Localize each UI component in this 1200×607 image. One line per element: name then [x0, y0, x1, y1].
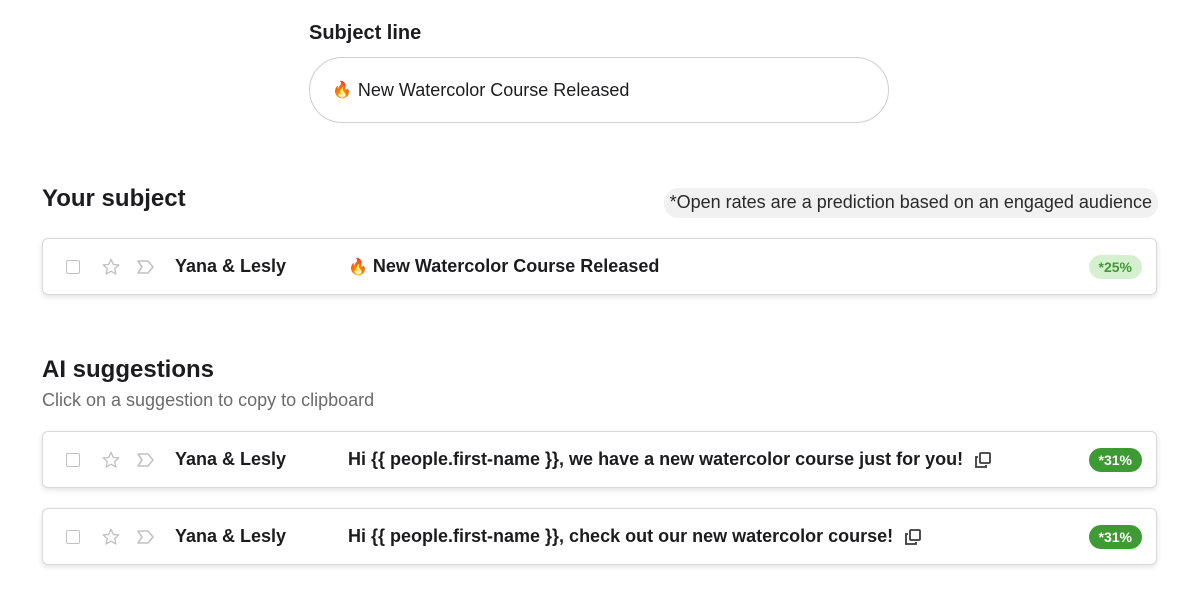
sender-name: Yana & Lesly [175, 526, 287, 546]
open-rate-prediction-note: *Open rates are a prediction based on an… [663, 188, 1158, 218]
fire-emoji: 🔥 [348, 258, 368, 276]
star-icon [100, 526, 122, 548]
open-rate-badge: *31% [1088, 524, 1142, 549]
subject-line-tester: Subject line 🔥 New Watercolor Course Rel… [0, 0, 1200, 607]
copy-icon[interactable] [973, 450, 993, 470]
your-subject-preview-row: Yana & Lesly 🔥 New Watercolor Course Rel… [42, 238, 1157, 295]
email-subject-text: Hi {{ people.first-name }}, check out ou… [348, 526, 894, 546]
email-subject: Hi {{ people.first-name }}, check out ou… [348, 526, 923, 547]
open-rate-badge: *31% [1088, 447, 1142, 472]
sender-name: Yana & Lesly [175, 449, 287, 469]
label-tag-icon [136, 451, 156, 469]
fire-emoji: 🔥 [332, 82, 352, 99]
sender-name: Yana & Lesly [175, 256, 287, 276]
checkbox-icon [66, 259, 80, 274]
checkbox-icon [66, 529, 80, 544]
email-subject: Hi {{ people.first-name }}, we have a ne… [348, 449, 993, 470]
star-icon [100, 449, 122, 471]
subject-line-value: New Watercolor Course Released [357, 79, 630, 100]
ai-suggestions-title: AI suggestions [42, 356, 215, 383]
email-subject-text: Hi {{ people.first-name }}, we have a ne… [348, 449, 964, 469]
email-subject: 🔥 New Watercolor Course Released [348, 256, 659, 277]
ai-suggestion-row[interactable]: Yana & Lesly Hi {{ people.first-name }},… [42, 431, 1157, 488]
subject-line-input[interactable]: 🔥 New Watercolor Course Released [309, 57, 889, 123]
ai-suggestion-row[interactable]: Yana & Lesly Hi {{ people.first-name }},… [42, 508, 1157, 565]
copy-icon[interactable] [903, 527, 923, 547]
star-icon [100, 256, 122, 278]
email-subject-text: New Watercolor Course Released [372, 256, 660, 276]
open-rate-badge: *25% [1088, 254, 1142, 279]
ai-suggestions-hint: Click on a suggestion to copy to clipboa… [42, 390, 375, 410]
label-tag-icon [136, 528, 156, 546]
subject-line-label: Subject line [309, 22, 422, 44]
your-subject-title: Your subject [42, 185, 186, 212]
checkbox-icon [66, 452, 80, 467]
label-tag-icon [136, 258, 156, 276]
